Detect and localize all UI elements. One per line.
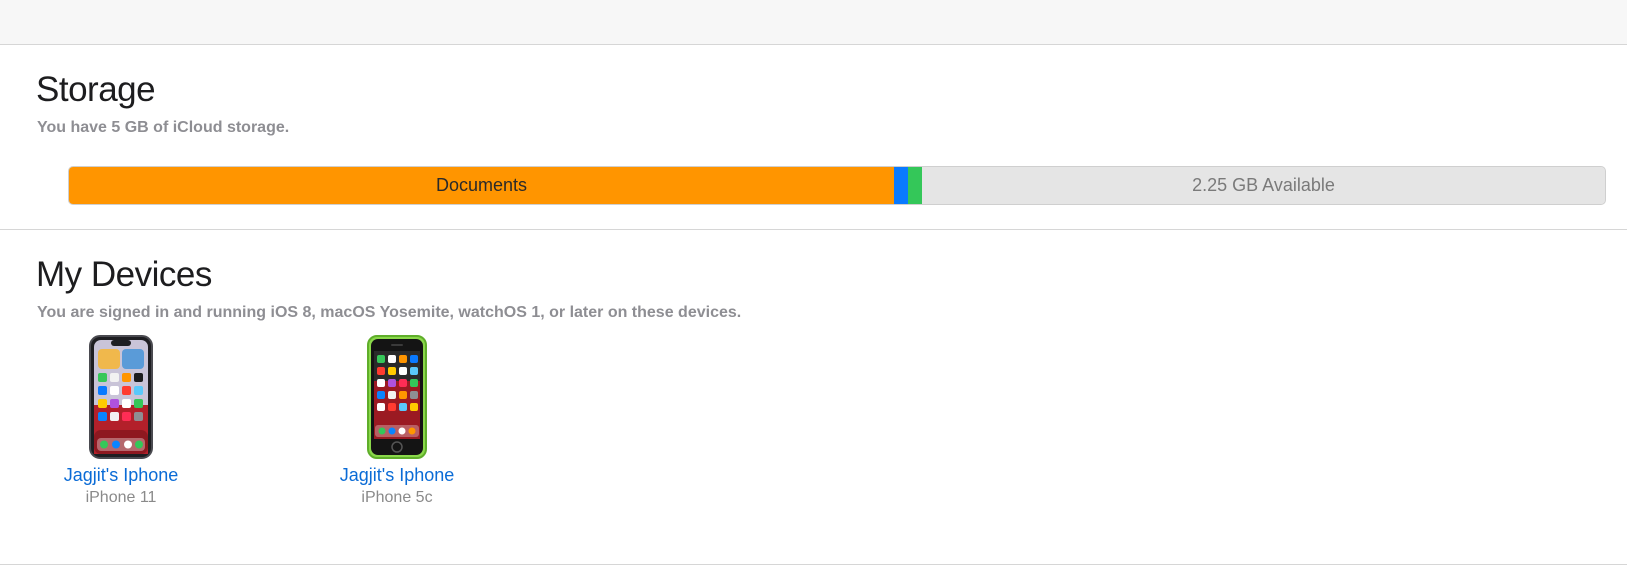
devices-subtitle: You are signed in and running iOS 8, mac… bbox=[37, 304, 742, 321]
device-list: Jagjit's Iphone iPhone 11 Jagjit's Iphon… bbox=[0, 335, 1627, 515]
storage-available-segment: 2.25 GB Available bbox=[922, 167, 1605, 204]
device-name-link[interactable]: Jagjit's Iphone bbox=[297, 465, 497, 486]
storage-title: Storage bbox=[36, 70, 156, 109]
device-name-link[interactable]: Jagjit's Iphone bbox=[21, 465, 221, 486]
device-item[interactable]: Jagjit's Iphone iPhone 11 bbox=[21, 335, 221, 507]
iphone-5c-icon[interactable] bbox=[367, 335, 427, 459]
storage-section: Storage You have 5 GB of iCloud storage.… bbox=[0, 45, 1627, 230]
my-devices-section: My Devices You are signed in and running… bbox=[0, 230, 1627, 565]
storage-segment-documents[interactable]: Documents bbox=[69, 167, 894, 204]
iphone-11-icon[interactable] bbox=[89, 335, 153, 459]
storage-subtitle: You have 5 GB of iCloud storage. bbox=[37, 119, 290, 136]
storage-usage-bar[interactable]: Documents 2.25 GB Available bbox=[68, 166, 1606, 205]
storage-available-label: 2.25 GB Available bbox=[1192, 175, 1335, 195]
storage-segment-blue[interactable] bbox=[894, 167, 908, 204]
devices-title: My Devices bbox=[36, 255, 212, 294]
top-header-band bbox=[0, 0, 1627, 45]
storage-segment-green[interactable] bbox=[908, 167, 922, 204]
device-model: iPhone 11 bbox=[85, 489, 157, 506]
storage-segment-documents-label: Documents bbox=[435, 175, 528, 195]
device-item[interactable]: Jagjit's Iphone iPhone 5c bbox=[297, 335, 497, 507]
device-model: iPhone 5c bbox=[361, 489, 433, 506]
